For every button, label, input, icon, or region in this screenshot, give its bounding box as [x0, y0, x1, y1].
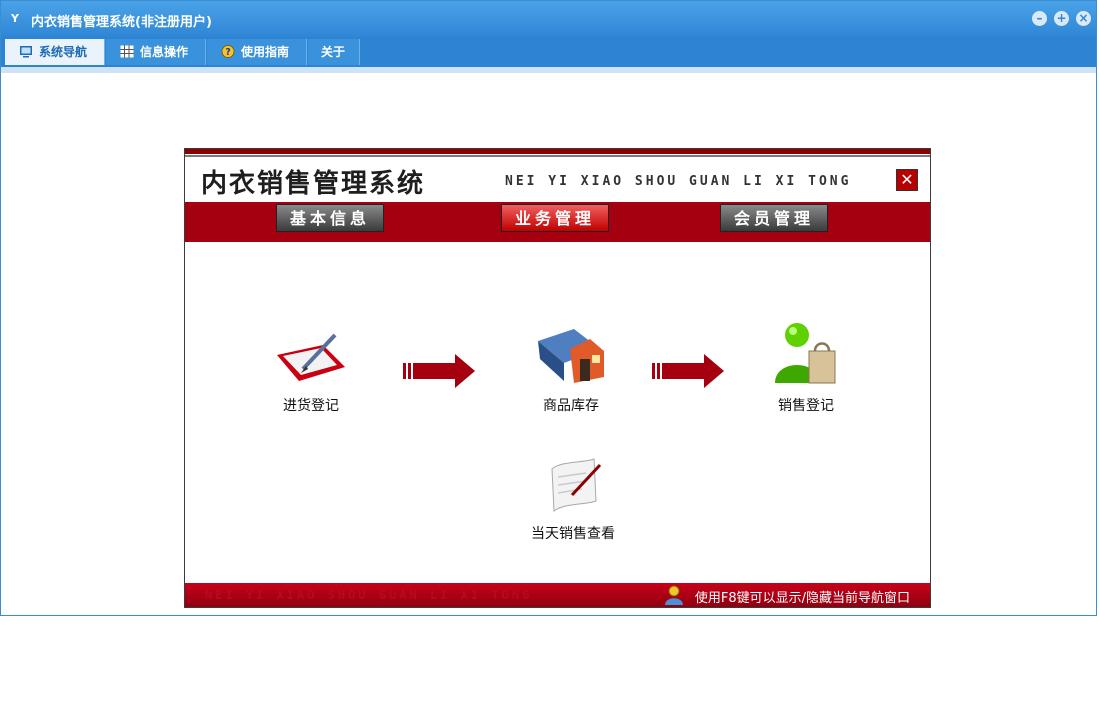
feature-daily-sales-label: 当天销售查看	[531, 526, 615, 542]
panel-top-border-line	[185, 155, 930, 157]
feature-purchase-label: 进货登记	[283, 398, 339, 414]
window-title: 内衣销售管理系统(非注册用户)	[31, 15, 212, 30]
app-logo-icon: Y	[11, 12, 19, 25]
nav-panel: 内衣销售管理系统 NEI YI XIAO SHOU GUAN LI XI TON…	[184, 148, 931, 608]
close-icon[interactable]: ×	[1076, 11, 1091, 26]
tab-about[interactable]: 关于	[308, 39, 360, 65]
feature-sales-label: 销售登记	[778, 398, 834, 414]
monitor-icon	[20, 46, 32, 58]
feature-daily-sales[interactable]: 当天销售查看	[513, 455, 633, 543]
flow-arrow-icon	[403, 354, 475, 388]
panel-close-button[interactable]: ✕	[896, 169, 918, 191]
tab-label: 关于	[321, 45, 346, 59]
system-pinyin: NEI YI XIAO SHOU GUAN LI XI TONG	[505, 174, 852, 189]
user-tip-icon	[665, 585, 683, 605]
shopper-icon	[775, 323, 836, 384]
panel-top-border	[185, 149, 930, 154]
tab-user-guide[interactable]: ? 使用指南	[207, 39, 307, 65]
scroll-icon	[551, 458, 602, 513]
footer-tip: 使用F8键可以显示/隐藏当前导航窗口	[694, 591, 910, 606]
feature-stock[interactable]: 商品库存	[521, 319, 621, 415]
tab-info-ops[interactable]: 信息操作	[106, 39, 206, 65]
feature-purchase[interactable]: 进货登记	[261, 327, 361, 415]
warehouse-icon	[538, 329, 604, 383]
help-icon: ?	[221, 45, 235, 58]
system-title: 内衣销售管理系统	[201, 169, 426, 199]
module-member-button[interactable]: 会员管理	[720, 204, 828, 232]
feature-stock-label: 商品库存	[543, 398, 599, 414]
footer-pinyin: NEI YI XIAO SHOU GUAN LI XI TONG	[205, 588, 533, 602]
module-bar: 基本信息 业务管理 会员管理	[185, 202, 930, 242]
tab-system-nav[interactable]: 系统导航	[5, 39, 105, 65]
module-business-button[interactable]: 业务管理	[501, 204, 609, 232]
feature-sales[interactable]: 销售登记	[756, 319, 856, 415]
pen-tablet-icon	[277, 333, 345, 381]
panel-footer: NEI YI XIAO SHOU GUAN LI XI TONG 使用F8键可以…	[185, 583, 930, 607]
tab-label: 使用指南	[241, 45, 290, 59]
menu-bar: 系统导航 信息操作 ? 使用指南 关于	[1, 37, 1096, 67]
svg-text:?: ?	[225, 47, 230, 58]
tab-label: 信息操作	[140, 45, 189, 59]
module-basic-info-button[interactable]: 基本信息	[276, 204, 384, 232]
tab-label: 系统导航	[39, 45, 88, 59]
flow-arrow-icon	[652, 354, 724, 388]
title-bar[interactable]: Y 内衣销售管理系统(非注册用户) – + ×	[1, 1, 1096, 37]
minimize-icon[interactable]: –	[1032, 11, 1047, 26]
restore-icon[interactable]: +	[1054, 11, 1069, 26]
grid-icon	[120, 45, 134, 58]
